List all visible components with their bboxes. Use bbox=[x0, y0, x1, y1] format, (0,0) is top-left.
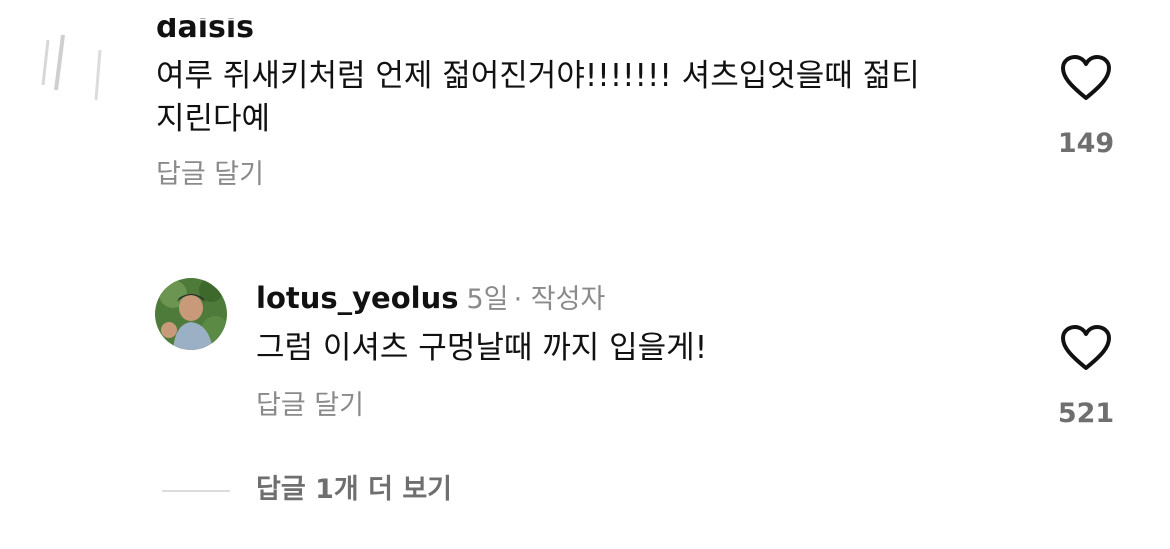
reply-button[interactable]: 답글 달기 bbox=[156, 157, 264, 193]
comment-text-line-1: 여루 쥐새키처럼 언제 젊어진거야!!!!!!! 셔츠입엇을때 젊티 bbox=[156, 58, 920, 94]
author-badge: · 작성자 bbox=[513, 284, 606, 315]
comment-text: 그럼 이셔츠 구멍날때 까지 입을게! bbox=[256, 330, 708, 366]
comment-text-line-2: 지린다예 bbox=[156, 101, 271, 137]
divider-line bbox=[162, 490, 230, 492]
username-cutoff[interactable]: daisis bbox=[156, 18, 256, 38]
avatar-faded[interactable] bbox=[38, 30, 114, 106]
timestamp: 5일 bbox=[466, 284, 509, 315]
like-count: 149 bbox=[1057, 128, 1115, 159]
view-more-replies-button[interactable]: 답글 1개 더 보기 bbox=[256, 472, 452, 508]
like-group: 149 bbox=[1046, 55, 1126, 159]
avatar[interactable] bbox=[155, 278, 227, 350]
heart-outline-icon[interactable] bbox=[1060, 325, 1112, 371]
comment-meta: lotus_yeolus 5일 · 작성자 bbox=[256, 279, 605, 322]
heart-outline-icon[interactable] bbox=[1060, 55, 1112, 101]
reply-button[interactable]: 답글 달기 bbox=[256, 388, 364, 424]
like-count: 521 bbox=[1057, 398, 1115, 429]
like-group: 521 bbox=[1046, 325, 1126, 429]
username[interactable]: lotus_yeolus bbox=[256, 281, 458, 315]
